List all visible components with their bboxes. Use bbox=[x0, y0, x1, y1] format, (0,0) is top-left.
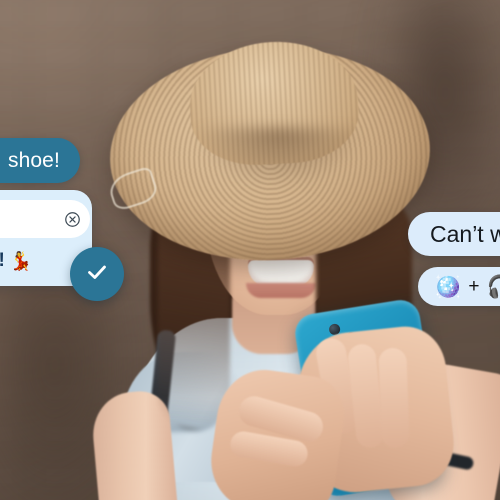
received-message-bubble[interactable]: Can’t wa bbox=[408, 212, 500, 256]
hat-shadow bbox=[196, 128, 362, 188]
plus-sign: + bbox=[468, 275, 480, 297]
send-button[interactable] bbox=[70, 247, 124, 301]
disco-ball-icon: 🪩 bbox=[434, 273, 462, 299]
screenshot-canvas: shoe! show! 💃 Can’t wa 🪩 + 🎧 bbox=[0, 0, 500, 500]
composer-caption: show! 💃 bbox=[0, 250, 32, 272]
message-input-field[interactable] bbox=[0, 200, 90, 238]
sent-message-text: shoe! bbox=[8, 148, 60, 172]
sent-message-bubble[interactable]: shoe! bbox=[0, 138, 80, 183]
lower-lip bbox=[246, 283, 316, 298]
circle-x-icon[interactable] bbox=[64, 211, 81, 228]
headphones-icon: 🎧 bbox=[487, 274, 500, 300]
emoji-message-bubble[interactable]: 🪩 + 🎧 bbox=[418, 267, 500, 306]
check-icon bbox=[85, 260, 109, 289]
received-message-text: Can’t wa bbox=[430, 220, 500, 247]
composer-caption-text: show! bbox=[0, 250, 5, 272]
dancer-emoji: 💃 bbox=[9, 250, 33, 271]
finger bbox=[378, 347, 410, 449]
